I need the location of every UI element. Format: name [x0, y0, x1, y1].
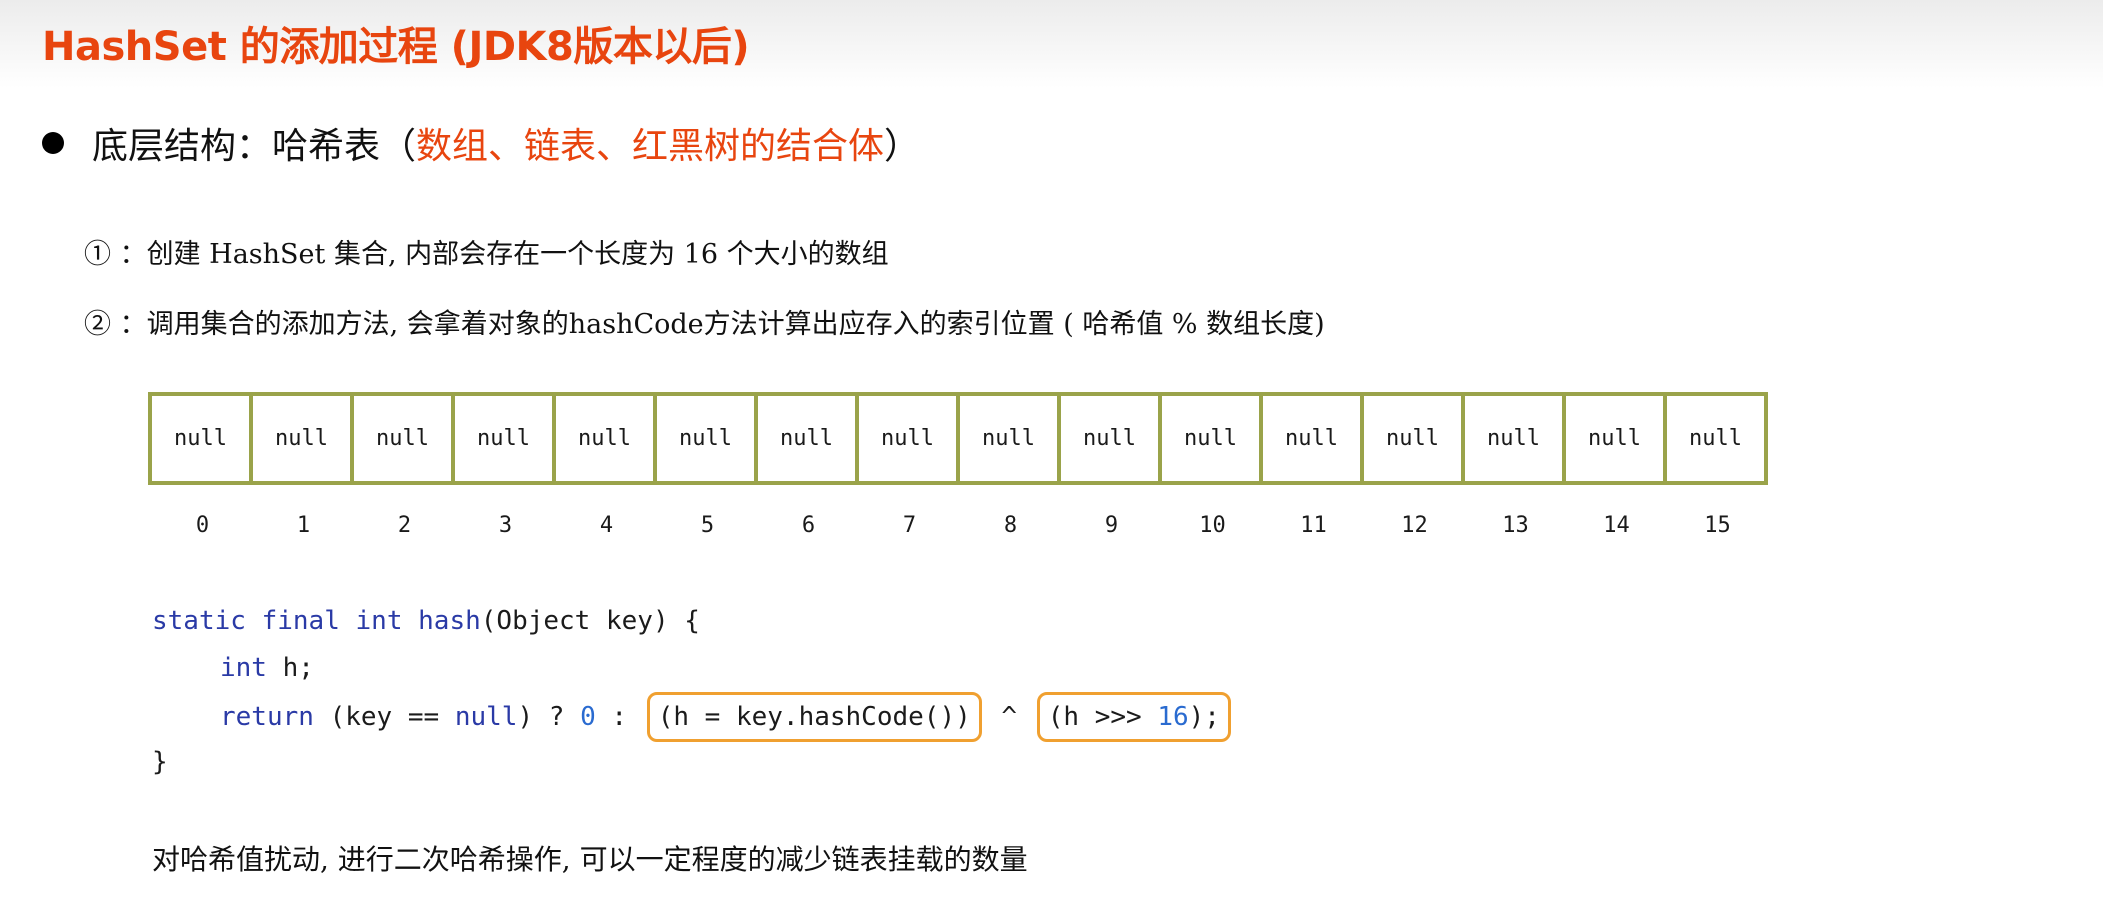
array-cell: null — [859, 396, 960, 481]
highlight-box-hashcode: (h = key.hashCode()) — [646, 692, 982, 742]
code-line-2: int h; — [152, 645, 1235, 692]
code-line1-rest: (Object key) { — [480, 606, 700, 636]
array-cell: null — [657, 396, 758, 481]
code-kw-int-2: int — [220, 653, 267, 683]
array-index-label: 11 — [1300, 513, 1327, 538]
array-index-label: 2 — [397, 513, 412, 538]
array-cell: null — [1263, 396, 1364, 481]
bullet-prefix: 底层结构：哈希表（ — [92, 126, 417, 167]
array-index-label: 3 — [498, 513, 513, 538]
array-index-label: 8 — [1003, 513, 1018, 538]
array-index-label: 9 — [1104, 513, 1119, 538]
step-2: ② ：调用集合的添加方法, 会拿着对象的hashCode方法计算出应存入的索引位… — [84, 309, 1325, 340]
array-cell: null — [1566, 396, 1667, 481]
code-line-4: } — [152, 747, 168, 777]
array-cell: null — [354, 396, 455, 481]
bullet-highlight: 数组、链表、红黑树的结合体 — [416, 126, 885, 167]
array-index-label: 10 — [1199, 513, 1226, 538]
array-index-row: 0 1 2 3 4 5 6 7 8 9 10 11 12 13 14 15 — [152, 513, 1768, 538]
array-index-label: 6 — [801, 513, 816, 538]
array-cell: null — [1162, 396, 1263, 481]
array-cell: null — [1061, 396, 1162, 481]
highlight-box-shift: (h >>> 16); — [1036, 692, 1231, 742]
code-kw-return: return — [220, 702, 314, 732]
hash-array: null null null null null null null null null null… — [148, 392, 1768, 485]
array-cell: null — [960, 396, 1061, 481]
code-block: static final int hash(Object key) { int … — [152, 598, 1235, 786]
code-kw-null: null — [454, 702, 518, 732]
array-index-label: 1 — [296, 513, 311, 538]
code-shift-post: ); — [1188, 702, 1220, 732]
array-cell: null — [556, 396, 657, 481]
code-line-1: static final int hash(Object key) { — [152, 598, 1235, 645]
code-num-16: 16 — [1157, 702, 1189, 732]
array-index-label: 0 — [195, 513, 210, 538]
code-line-3: return (key == null) ? 0 : (h = key.hash… — [152, 692, 1235, 742]
code-shift-pre: (h >>> — [1047, 702, 1158, 732]
array-cell: null — [253, 396, 354, 481]
code-xor: ^ — [985, 702, 1033, 732]
footer-note: 对哈希值扰动, 进行二次哈希操作, 可以一定程度的减少链表挂载的数量 — [152, 843, 1028, 876]
array-cell: null — [758, 396, 859, 481]
code-num-zero: 0 — [580, 702, 596, 732]
array-index-label: 7 — [902, 513, 917, 538]
array-index-label: 4 — [599, 513, 614, 538]
array-index-label: 12 — [1401, 513, 1428, 538]
step-1: ① ：创建 HashSet 集合, 内部会存在一个长度为 16 个大小的数组 — [84, 239, 889, 270]
array-cell: null — [1364, 396, 1465, 481]
code-kw-int: int — [355, 606, 403, 636]
bullet-dot-icon — [42, 132, 64, 154]
code-line3-mid3: : — [595, 702, 643, 732]
array-index-label: 15 — [1704, 513, 1731, 538]
code-kw-static: static — [152, 606, 246, 636]
slide-title: HashSet 的添加过程 (JDK8版本以后) — [42, 24, 750, 70]
code-kw-final: final — [261, 606, 340, 636]
array-index-label: 14 — [1603, 513, 1630, 538]
code-line3-mid2: ) ? — [517, 702, 581, 732]
array-index-label: 13 — [1502, 513, 1529, 538]
code-line2-rest: h; — [266, 653, 314, 683]
array-cell: null — [455, 396, 556, 481]
bullet-suffix: ） — [884, 126, 921, 167]
array-index-label: 5 — [700, 513, 715, 538]
code-line3-mid: (key == — [313, 702, 455, 732]
code-fn-hash: hash — [418, 606, 481, 636]
bullet-structure: 底层结构：哈希表（ 数组、链表、红黑树的结合体） — [42, 118, 920, 168]
array-cell: null — [1465, 396, 1566, 481]
array-cell: null — [152, 396, 253, 481]
array-cell: null — [1689, 426, 1742, 451]
